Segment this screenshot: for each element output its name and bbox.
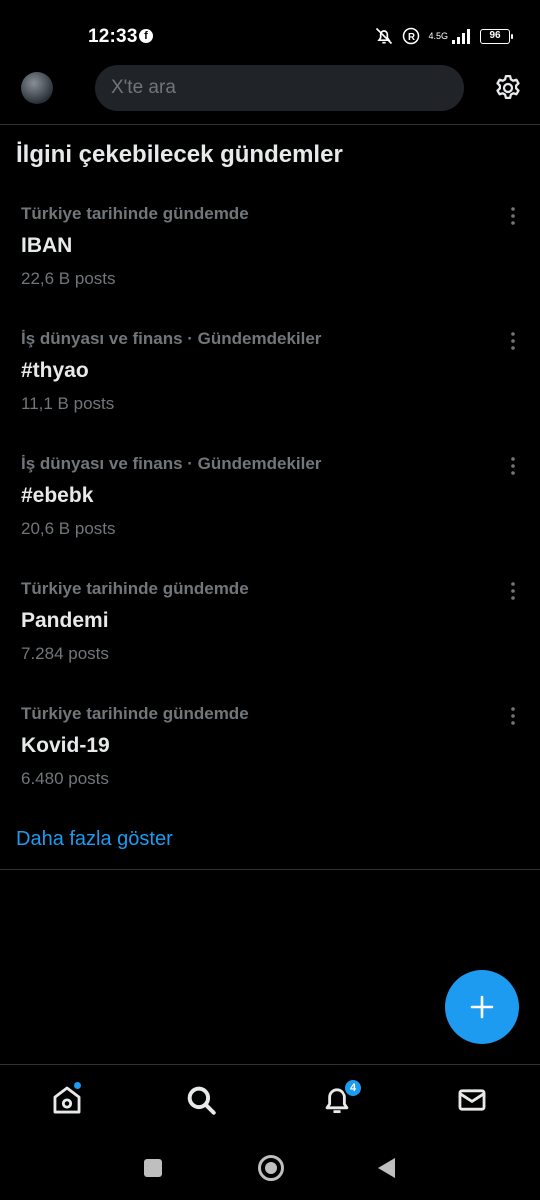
- more-options-icon[interactable]: [506, 456, 520, 476]
- trend-list: Türkiye tarihinde gündemde IBAN 22,6 B p…: [0, 190, 540, 815]
- status-time: 12:33: [88, 26, 138, 47]
- trend-post-count: 7.284 posts: [21, 644, 109, 663]
- signal-icon: [452, 28, 472, 44]
- show-more-link[interactable]: Daha fazla göster: [16, 828, 173, 851]
- nav-search[interactable]: [184, 1083, 218, 1117]
- header-divider: [0, 124, 540, 125]
- trend-context: İş dünyası ve finans · Gündemdekiler: [21, 329, 322, 348]
- trend-name: Pandemi: [21, 609, 109, 632]
- system-navigation: [0, 1137, 540, 1200]
- nav-home[interactable]: [50, 1081, 84, 1117]
- search-icon: [187, 1086, 216, 1115]
- new-content-dot: [73, 1081, 82, 1090]
- trend-name: Kovid-19: [21, 734, 110, 757]
- section-title: İlgini çekebilecek gündemler: [16, 141, 343, 168]
- search-input[interactable]: [111, 65, 441, 111]
- mail-icon: [458, 1089, 486, 1111]
- status-indicators: R 4.5G 96: [374, 24, 513, 48]
- facebook-icon: f: [139, 29, 153, 43]
- recent-apps-button[interactable]: [144, 1159, 162, 1177]
- trend-item[interactable]: İş dünyası ve finans · Gündemdekiler #th…: [0, 315, 540, 440]
- svg-text:R: R: [408, 32, 415, 43]
- gear-icon[interactable]: [493, 73, 523, 103]
- trend-context: Türkiye tarihinde gündemde: [21, 204, 249, 223]
- nav-messages[interactable]: [455, 1083, 489, 1117]
- system-home-button[interactable]: [258, 1155, 284, 1181]
- trend-context: İş dünyası ve finans · Gündemdekiler: [21, 454, 322, 473]
- system-back-button[interactable]: [378, 1158, 395, 1178]
- more-options-icon[interactable]: [506, 581, 520, 601]
- trend-item[interactable]: Türkiye tarihinde gündemde IBAN 22,6 B p…: [0, 190, 540, 315]
- trend-item[interactable]: Türkiye tarihinde gündemde Kovid-19 6.48…: [0, 690, 540, 815]
- list-divider: [0, 869, 540, 870]
- more-options-icon[interactable]: [506, 706, 520, 726]
- more-options-icon[interactable]: [506, 206, 520, 226]
- compose-button[interactable]: [445, 970, 519, 1044]
- trend-name: IBAN: [21, 234, 73, 257]
- trend-post-count: 6.480 posts: [21, 769, 109, 788]
- trend-item[interactable]: İş dünyası ve finans · Gündemdekiler #eb…: [0, 440, 540, 565]
- nav-notifications[interactable]: 4: [320, 1078, 363, 1117]
- trend-context: Türkiye tarihinde gündemde: [21, 704, 249, 723]
- battery-indicator: 96: [480, 28, 513, 44]
- trend-post-count: 22,6 B posts: [21, 269, 116, 288]
- status-bar: 12:33 f R 4.5G 96: [0, 0, 540, 72]
- more-options-icon[interactable]: [506, 331, 520, 351]
- trend-post-count: 11,1 B posts: [21, 394, 115, 413]
- trend-post-count: 20,6 B posts: [21, 519, 116, 538]
- trend-name: #thyao: [21, 359, 89, 382]
- registered-icon: R: [402, 27, 420, 45]
- notification-badge: 4: [343, 1078, 363, 1098]
- bottom-nav: 4: [0, 1065, 540, 1137]
- plus-icon: [470, 995, 494, 1019]
- trend-context: Türkiye tarihinde gündemde: [21, 579, 249, 598]
- trend-item[interactable]: Türkiye tarihinde gündemde Pandemi 7.284…: [0, 565, 540, 690]
- trend-name: #ebebk: [21, 484, 94, 507]
- profile-avatar[interactable]: [21, 72, 53, 104]
- mute-icon: [374, 26, 394, 46]
- search-bar[interactable]: [95, 65, 464, 111]
- network-type: 4.5G: [428, 30, 448, 41]
